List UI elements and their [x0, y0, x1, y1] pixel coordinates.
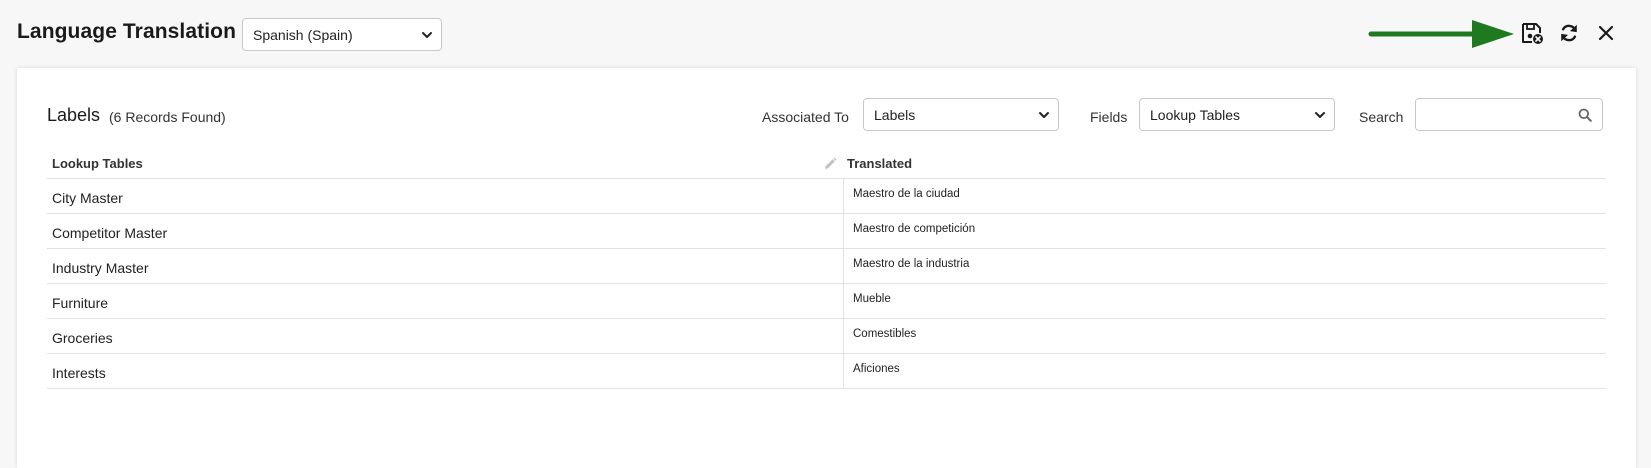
- table-header: Lookup Tables Translated: [47, 148, 1606, 179]
- page-title: Language Translation: [17, 20, 237, 43]
- column-header-translated[interactable]: Translated: [823, 156, 912, 171]
- translations-table: Lookup Tables Translated City Master Mae…: [47, 148, 1606, 389]
- column-header-lookup-tables[interactable]: Lookup Tables: [52, 156, 143, 171]
- table-row: Furniture Mueble: [47, 284, 1606, 319]
- panel-title: Labels: [47, 105, 101, 125]
- fields-select[interactable]: Lookup Tables: [1139, 98, 1335, 131]
- associated-to-label: Associated To: [762, 109, 849, 125]
- translated-cell[interactable]: Maestro de competición: [853, 223, 975, 235]
- pointer-arrow-icon: [1368, 20, 1514, 48]
- lookup-cell: Competitor Master: [52, 225, 168, 241]
- table-row: Industry Master Maestro de la industria: [47, 249, 1606, 284]
- translated-cell[interactable]: Maestro de la ciudad: [853, 188, 960, 200]
- close-icon: [1598, 25, 1614, 41]
- language-select-value: Spanish (Spain): [253, 26, 353, 43]
- search-input[interactable]: [1424, 99, 1578, 131]
- table-row: Interests Aficiones: [47, 354, 1606, 389]
- save-button[interactable]: [1519, 20, 1545, 46]
- column-divider: [843, 354, 844, 388]
- language-select[interactable]: Spanish (Spain): [242, 18, 442, 51]
- associated-to-value: Labels: [874, 106, 916, 123]
- lookup-cell: City Master: [52, 190, 123, 206]
- search-box: [1415, 98, 1603, 131]
- column-divider: [843, 249, 844, 283]
- chevron-down-icon: [1039, 111, 1049, 118]
- translated-cell[interactable]: Aficiones: [853, 363, 900, 375]
- column-divider: [843, 214, 844, 248]
- fields-label: Fields: [1090, 109, 1128, 125]
- column-divider: [843, 284, 844, 318]
- fields-value: Lookup Tables: [1150, 106, 1241, 123]
- lookup-cell: Furniture: [52, 295, 109, 311]
- refresh-icon: [1561, 24, 1577, 42]
- translated-cell[interactable]: Maestro de la industria: [853, 258, 969, 270]
- top-bar: Language Translation Spanish (Spain): [0, 0, 1651, 68]
- search-icon[interactable]: [1578, 108, 1592, 122]
- labels-panel: Labels (6 Records Found) Associated To L…: [17, 68, 1636, 468]
- table-row: Groceries Comestibles: [47, 319, 1606, 354]
- column-header-translated-label: Translated: [847, 156, 913, 171]
- column-divider: [843, 179, 844, 213]
- column-divider: [843, 319, 844, 353]
- lookup-cell: Groceries: [52, 330, 113, 346]
- lookup-cell: Interests: [52, 365, 106, 381]
- close-button[interactable]: [1593, 20, 1619, 46]
- refresh-button[interactable]: [1556, 20, 1582, 46]
- records-count: (6 Records Found): [109, 109, 226, 125]
- table-row: City Master Maestro de la ciudad: [47, 179, 1606, 214]
- search-label: Search: [1359, 109, 1404, 125]
- lookup-cell: Industry Master: [52, 260, 149, 276]
- pencil-icon: [825, 157, 837, 169]
- chevron-down-icon: [422, 31, 432, 38]
- translated-cell[interactable]: Mueble: [853, 293, 891, 305]
- chevron-down-icon: [1315, 111, 1325, 118]
- table-row: Competitor Master Maestro de competición: [47, 214, 1606, 249]
- save-icon: [1522, 23, 1543, 44]
- translated-cell[interactable]: Comestibles: [853, 328, 916, 340]
- associated-to-select[interactable]: Labels: [863, 98, 1059, 131]
